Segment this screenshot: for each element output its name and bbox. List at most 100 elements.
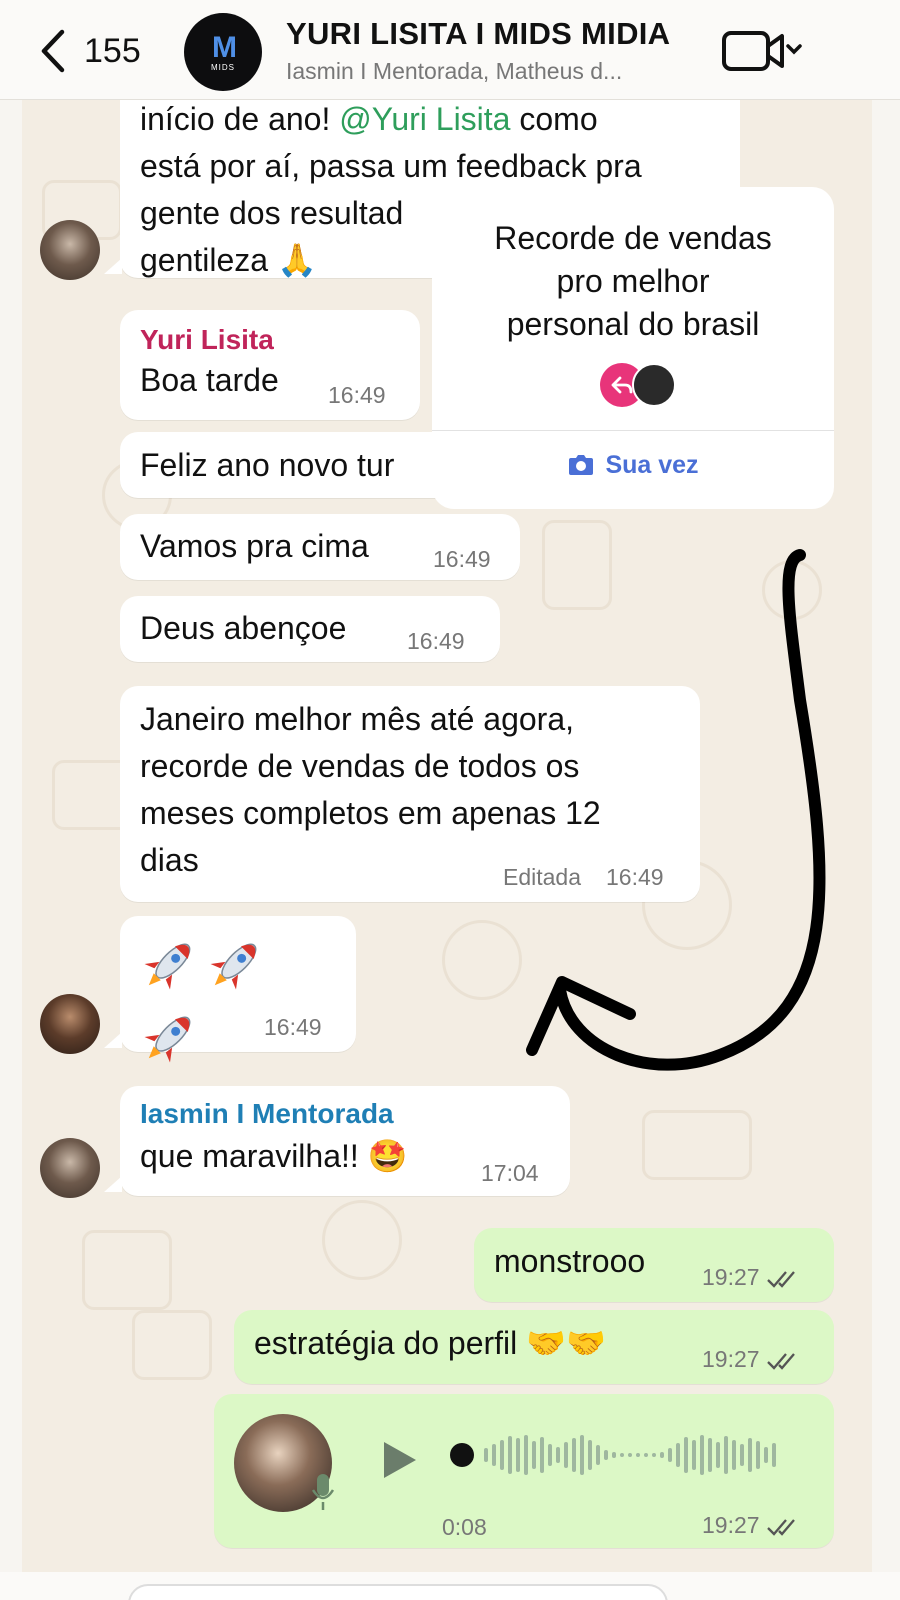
waveform-bar <box>740 1444 744 1466</box>
waveform-bar <box>604 1450 608 1460</box>
back-button[interactable]: 155 <box>38 28 141 74</box>
waveform-bar <box>724 1436 728 1474</box>
card-text: Recorde de vendas pro melhor personal do… <box>494 220 772 342</box>
message-line: dias <box>140 842 199 878</box>
waveform-playhead <box>450 1443 474 1467</box>
waveform-bar <box>484 1448 488 1462</box>
waveform-bar <box>596 1445 600 1465</box>
waveform-bar <box>684 1437 688 1473</box>
message-text: Deus abençoe <box>140 610 347 646</box>
message-time: 19:27 <box>702 1348 800 1371</box>
message-line: início de ano! @Yuri Lisita como <box>140 101 598 137</box>
message-time: 16:49 <box>264 1014 322 1040</box>
message-input[interactable] <box>128 1584 668 1600</box>
message-line: Janeiro melhor mês até agora, <box>140 701 574 737</box>
message-line: está por aí, passa um feedback pra <box>140 148 642 184</box>
your-turn-button[interactable]: Sua vez <box>432 445 834 485</box>
chat-participants[interactable]: Iasmin I Mentorada, Matheus d... <box>286 58 622 85</box>
audio-waveform[interactable] <box>448 1425 798 1485</box>
audio-duration: 0:08 <box>442 1514 487 1540</box>
chat-header: 155 M MIDS YURI LISITA I MIDS MIDIA Iasm… <box>0 0 900 100</box>
waveform-bar <box>700 1435 704 1475</box>
camera-icon <box>569 455 594 475</box>
message-line: meses completos em apenas 12 <box>140 795 601 831</box>
waveform-bar <box>772 1443 776 1467</box>
sender-name: Yuri Lisita <box>140 324 274 355</box>
message-bubble[interactable]: Deus abençoe 16:49 <box>120 596 500 662</box>
back-chevron-icon <box>41 29 65 73</box>
rocket-emoji <box>210 943 257 990</box>
avatar-iasmin[interactable] <box>40 1138 100 1198</box>
waveform-bar <box>732 1440 736 1470</box>
message-time: 16:49 <box>433 546 491 572</box>
waveform-bar <box>668 1448 672 1462</box>
waveform-bar <box>652 1453 656 1457</box>
message-bubble[interactable]: Iasmin I Mentorada que maravilha!! 🤩 17:… <box>120 1086 570 1196</box>
waveform-bar <box>692 1440 696 1470</box>
waveform-bar <box>532 1441 536 1469</box>
waveform-bar <box>620 1453 624 1457</box>
waveform-bar <box>612 1452 616 1458</box>
waveform-bar <box>756 1441 760 1469</box>
chat-title[interactable]: YURI LISITA I MIDS MIDIA <box>286 16 670 52</box>
avatar-iasmin[interactable] <box>40 220 100 280</box>
message-text: Feliz ano novo tur <box>140 447 395 483</box>
rocket-emoji <box>144 943 191 990</box>
chevron-down-icon <box>786 44 802 55</box>
message-time: 17:04 <box>481 1160 539 1186</box>
bubble-tail <box>104 1176 122 1192</box>
waveform-bar <box>556 1447 560 1463</box>
mic-icon <box>311 1474 335 1510</box>
waveform-bar <box>548 1444 552 1466</box>
waveform-bar <box>572 1438 576 1472</box>
avatar-matheus[interactable] <box>40 994 100 1054</box>
rocket-emoji <box>144 1016 191 1063</box>
group-avatar[interactable]: M MIDS <box>184 13 262 91</box>
waveform-bar <box>660 1452 664 1458</box>
sender-name: Iasmin I Mentorada <box>140 1098 394 1129</box>
waveform-bar <box>636 1453 640 1457</box>
waveform-bar <box>516 1438 520 1472</box>
waveform-bar <box>492 1444 496 1466</box>
logo-mark: M <box>212 30 237 64</box>
waveform-bar <box>676 1443 680 1467</box>
message-bubble[interactable]: Vamos pra cima 16:49 <box>120 514 520 580</box>
video-call-icon[interactable] <box>722 30 804 72</box>
read-ticks-icon <box>766 1519 795 1536</box>
waveform-bar <box>644 1453 648 1457</box>
message-time: 16:49 <box>328 382 386 408</box>
bubble-tail <box>104 258 122 274</box>
message-time: 19:27 <box>702 1266 800 1289</box>
waveform-bar <box>540 1437 544 1473</box>
unread-count: 155 <box>84 31 141 70</box>
message-bubble[interactable]: Janeiro melhor mês até agora, recorde de… <box>120 686 700 902</box>
card-avatar <box>632 363 676 407</box>
waveform-bar <box>748 1438 752 1472</box>
message-bubble-outgoing[interactable]: estratégia do perfil 🤝🤝 19:27 <box>234 1310 834 1384</box>
waveform-bar <box>508 1436 512 1474</box>
waveform-bar <box>524 1435 528 1475</box>
message-bubble[interactable]: 16:49 <box>120 916 356 1063</box>
read-ticks-icon <box>766 1353 795 1370</box>
waveform-bar <box>628 1453 632 1457</box>
waveform-bar <box>716 1442 720 1468</box>
play-icon[interactable] <box>382 1440 418 1480</box>
waveform-bar <box>500 1440 504 1470</box>
right-margin <box>872 0 900 1600</box>
logo-text: MIDS <box>211 62 235 72</box>
message-time: 19:27 <box>702 1514 800 1537</box>
left-margin <box>0 0 22 1600</box>
message-bubble[interactable]: Yuri Lisita Boa tarde 16:49 <box>120 310 420 420</box>
waveform-bar <box>580 1435 584 1475</box>
message-text: estratégia do perfil 🤝🤝 <box>254 1325 606 1361</box>
story-reply-card[interactable]: Recorde de vendas pro melhor personal do… <box>432 187 834 509</box>
waveform-bar <box>564 1442 568 1468</box>
mention[interactable]: @Yuri Lisita <box>339 101 510 137</box>
message-text: Vamos pra cima <box>140 528 369 564</box>
message-bubble-outgoing[interactable]: monstrooo 19:27 <box>474 1228 834 1302</box>
waveform-bar <box>588 1440 592 1470</box>
read-ticks-icon <box>766 1271 795 1288</box>
waveform-bar <box>708 1438 712 1472</box>
edited-label: Editada <box>503 864 582 890</box>
waveform-bar <box>764 1447 768 1463</box>
